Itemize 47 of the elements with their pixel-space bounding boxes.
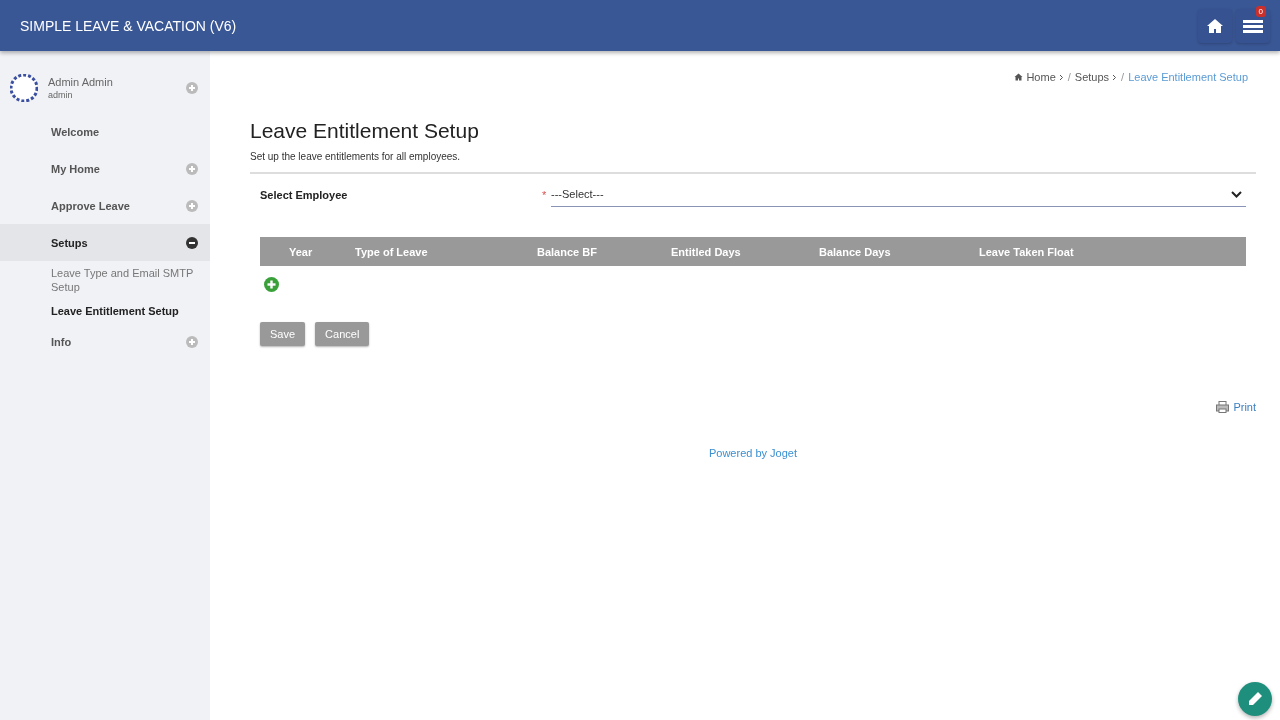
edit-button[interactable] <box>1238 682 1272 716</box>
chevron-icon <box>1058 73 1064 81</box>
column-header: Type of Leave <box>355 245 429 258</box>
avatar-icon <box>10 74 38 102</box>
plus-circle-icon[interactable] <box>186 82 198 94</box>
sidebar-item[interactable]: Welcome <box>0 113 210 150</box>
chevron-icon <box>1112 73 1118 81</box>
page-title: Leave Entitlement Setup <box>250 119 480 143</box>
sidebar-item[interactable]: Info <box>0 323 210 360</box>
column-header: Balance Days <box>819 245 892 258</box>
sidebar-subitem[interactable]: Leave Entitlement Setup <box>0 299 210 323</box>
breadcrumb-link[interactable]: Home <box>1014 71 1064 83</box>
breadcrumb-link[interactable]: Setups <box>1074 71 1118 83</box>
required-asterisk: * <box>542 188 548 201</box>
page-description: Set up the leave entitlements for all employees. <box>250 151 462 162</box>
column-header: Entitled Days <box>671 245 742 258</box>
plus-circle-icon <box>264 277 279 292</box>
column-header: Leave Taken Float <box>979 245 1075 258</box>
stack-icon <box>1243 17 1263 34</box>
printer-icon <box>1216 401 1230 413</box>
plus-circle-icon[interactable] <box>186 335 198 348</box>
breadcrumb-separator: / <box>1121 71 1125 83</box>
sidebar-subitem[interactable]: Leave Type and Email SMTP Setup <box>0 261 210 299</box>
user-name: Admin Admin <box>48 76 114 88</box>
breadcrumb-separator: / <box>1067 71 1071 83</box>
footer-link[interactable]: Powered by Joget <box>708 447 798 459</box>
chevron-down-icon <box>1231 190 1242 198</box>
pencil-icon <box>1247 691 1263 707</box>
user-login: admin <box>48 90 74 100</box>
add-row-button[interactable] <box>264 277 279 292</box>
column-header: Balance BF <box>537 245 598 258</box>
app-title: SIMPLE LEAVE & VACATION (V6) <box>20 17 237 34</box>
sidebar-item[interactable]: Setups <box>0 224 210 261</box>
plus-circle-icon[interactable] <box>186 162 198 175</box>
sidebar-item[interactable]: My Home <box>0 150 210 187</box>
employee-select[interactable]: ---Select--- <box>551 182 1246 207</box>
notification-badge: 0 <box>1255 5 1266 17</box>
home-icon <box>1206 17 1224 34</box>
minus-circle-icon[interactable] <box>186 236 198 249</box>
plus-circle-icon[interactable] <box>186 199 198 212</box>
field-label: Select Employee <box>260 188 349 201</box>
home-icon <box>1014 73 1024 81</box>
print-link[interactable]: Print <box>1216 401 1256 413</box>
column-header: Year <box>289 245 314 258</box>
sidebar-item[interactable]: Approve Leave <box>0 187 210 224</box>
inbox-button[interactable]: 0 <box>1236 8 1270 43</box>
home-button[interactable] <box>1198 8 1232 43</box>
